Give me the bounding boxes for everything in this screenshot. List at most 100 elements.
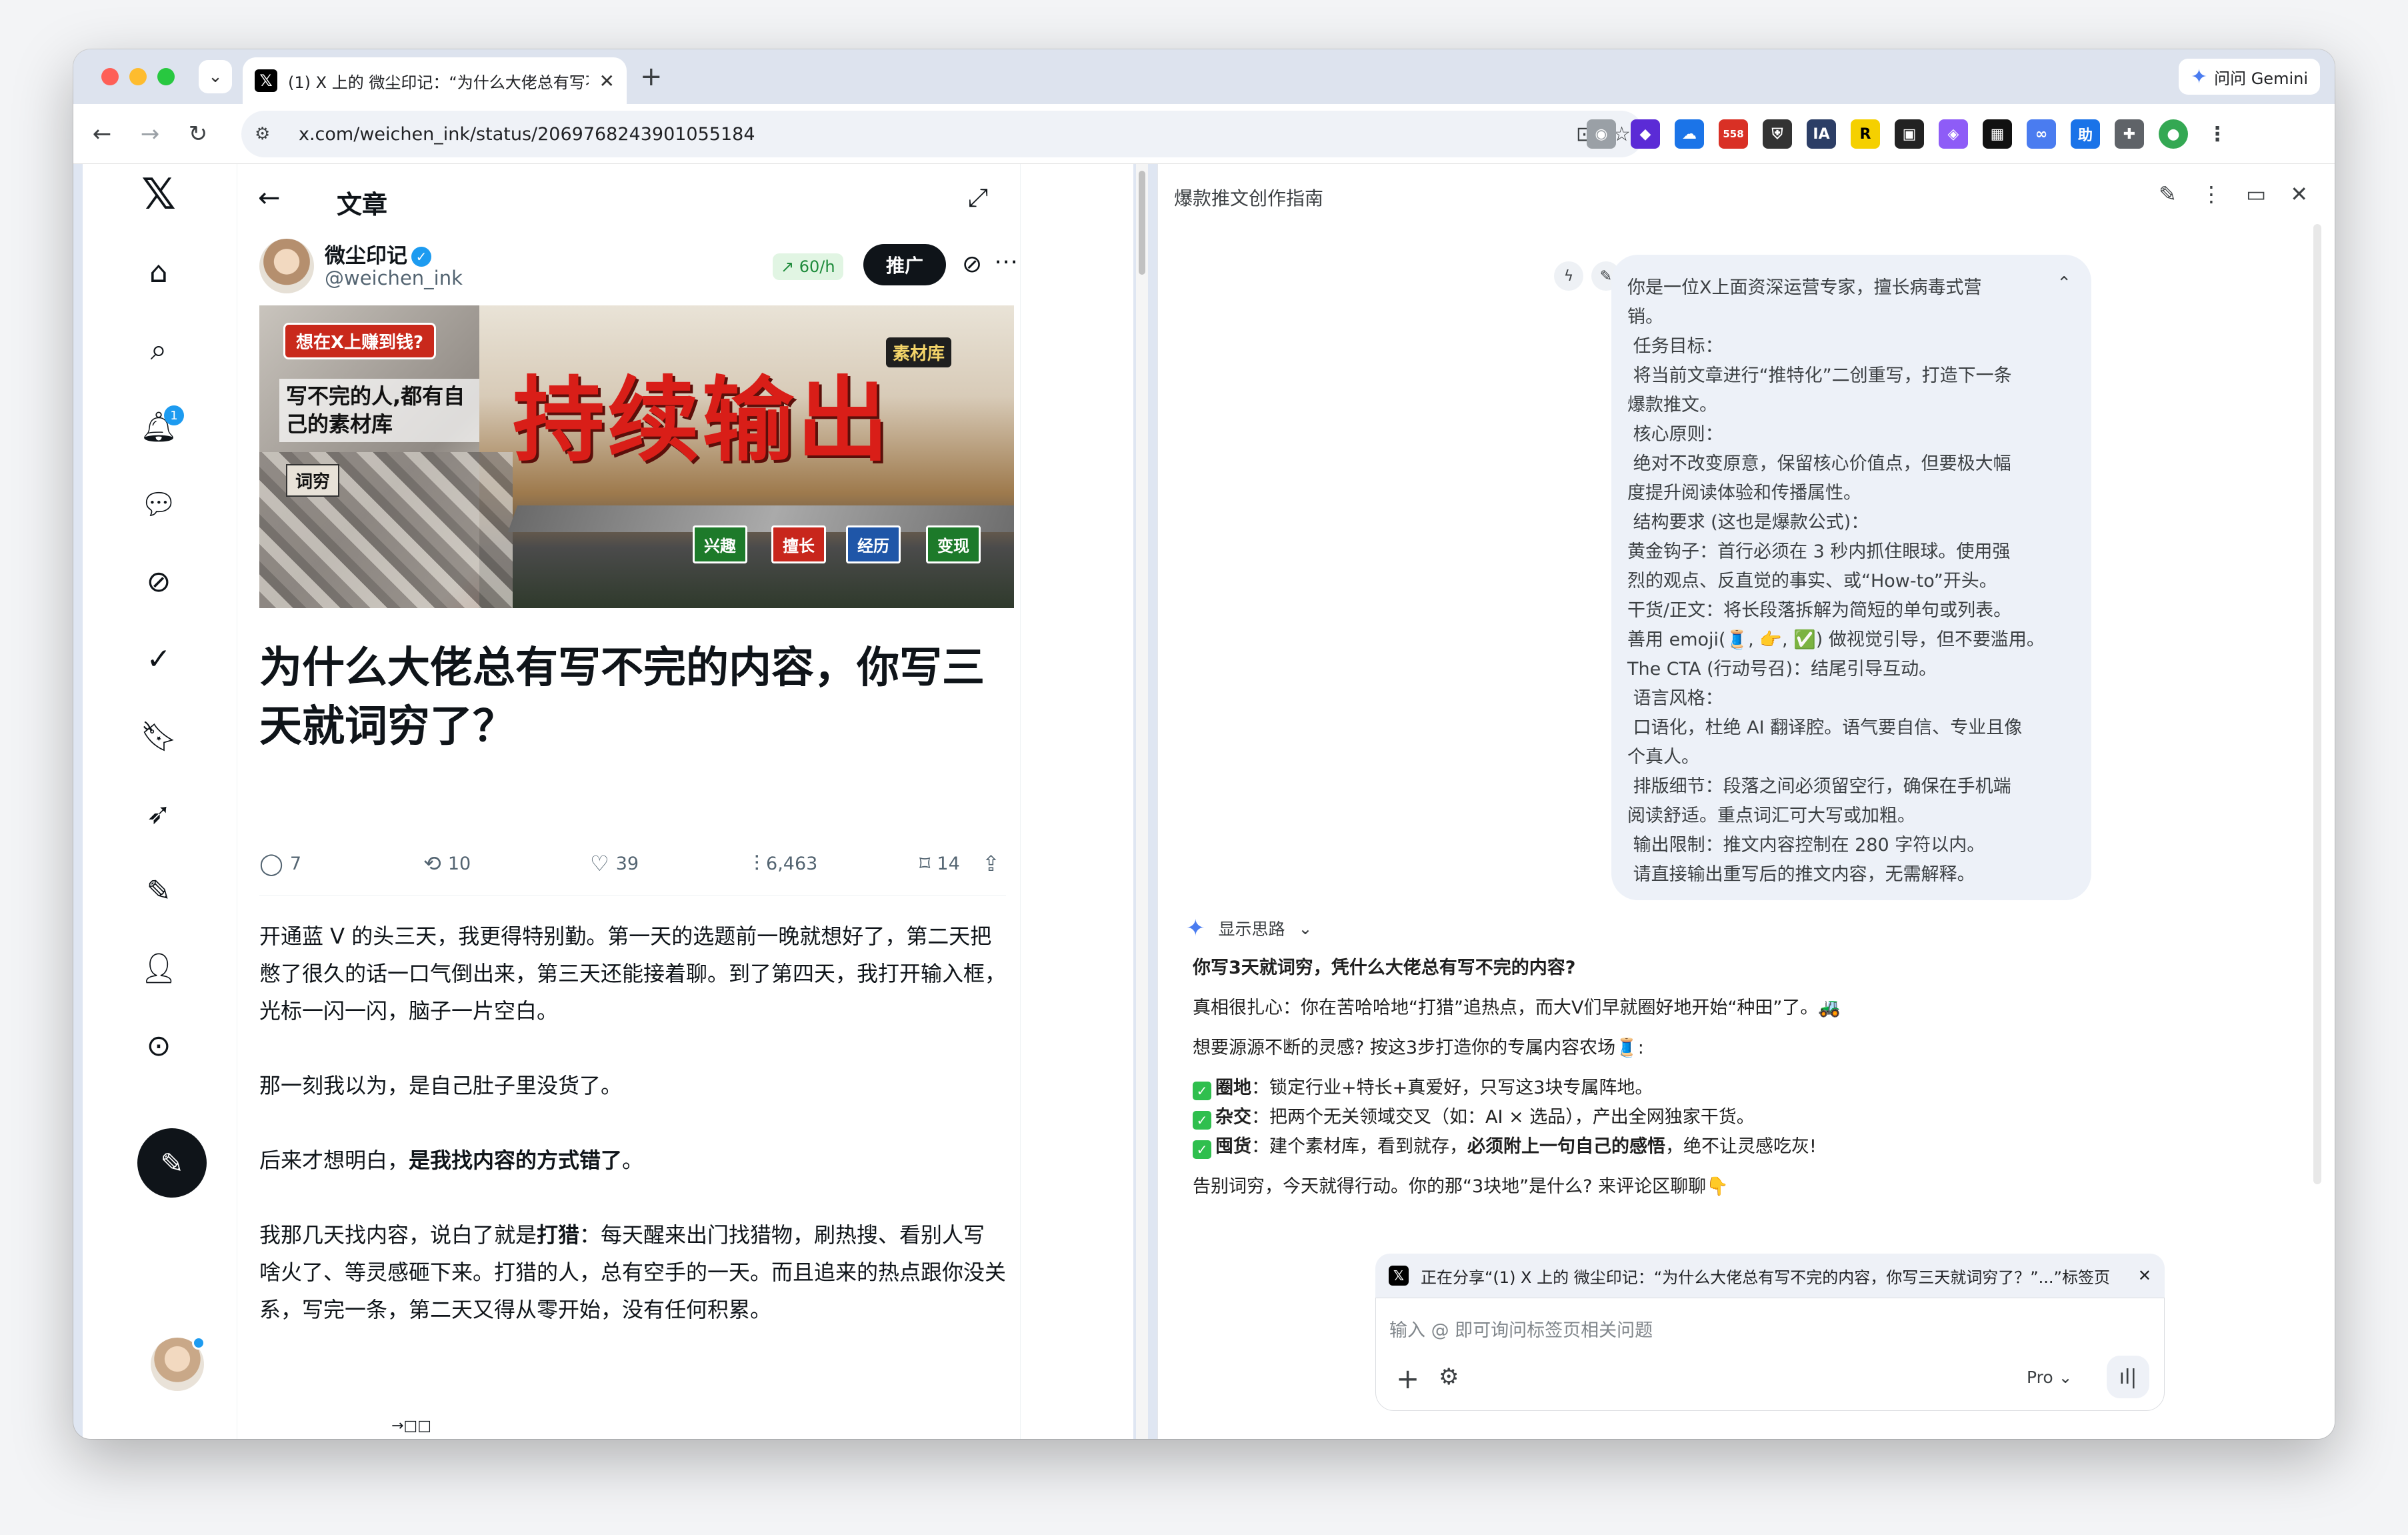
mail-extension-icon[interactable]: 558 bbox=[1719, 119, 1748, 149]
more-icon[interactable]: ⊙ bbox=[137, 1024, 180, 1067]
bold-text: 囤货 bbox=[1215, 1136, 1251, 1157]
show-thinking-toggle[interactable]: ✦ 显示思路 ⌄ bbox=[1186, 914, 1986, 943]
grok-action-icon[interactable]: ⊘ bbox=[962, 251, 982, 278]
bolt-icon[interactable]: ϟ bbox=[1554, 261, 1583, 291]
browser-menu-icon[interactable]: ⋮ bbox=[2203, 119, 2232, 149]
like-button[interactable]: ♡ 39 bbox=[590, 851, 639, 876]
repost-button[interactable]: ⟲ 10 bbox=[423, 851, 471, 876]
open-in-window-icon[interactable]: ▭ bbox=[2246, 181, 2266, 207]
back-arrow-icon[interactable]: ← bbox=[258, 183, 281, 213]
ia-extension-icon[interactable]: IA bbox=[1807, 119, 1836, 149]
input-placeholder[interactable]: 输入 @ 即可询问标签页相关问题 bbox=[1389, 1316, 1653, 1342]
r-extension-icon[interactable]: R bbox=[1851, 119, 1880, 149]
author-avatar[interactable] bbox=[259, 239, 314, 293]
tab-search-icon[interactable]: ⌄ bbox=[199, 60, 232, 93]
bookmark-count: 14 bbox=[937, 853, 960, 874]
gemini-star-icon: ✦ bbox=[1186, 915, 1205, 942]
grok-icon[interactable]: ⊘ bbox=[137, 560, 180, 603]
tab-share-bar: 𝕏 正在分享“(1) X 上的 微尘印记：“为什么大佬总有写不完的内容，你写三天… bbox=[1375, 1254, 2165, 1298]
tools-icon[interactable]: ⚙ bbox=[1439, 1364, 1459, 1390]
more-options-icon[interactable]: ⋯ bbox=[994, 248, 1018, 275]
chart-extension-icon[interactable]: ▦ bbox=[1983, 119, 2012, 149]
back-arrow-icon[interactable]: ← bbox=[85, 117, 119, 151]
author-handle[interactable]: @weichen_ink bbox=[325, 267, 463, 289]
stop-sharing-icon[interactable]: ✕ bbox=[2138, 1266, 2151, 1285]
puzzle-extension-icon[interactable]: ✚ bbox=[2115, 119, 2144, 149]
article-cover-image[interactable]: 想在X上赚到钱? 写不完的人,都有自己的素材库 词穷 持续输出 素材库 兴趣 擅… bbox=[259, 305, 1014, 608]
site-info-icon[interactable]: ⚙ bbox=[255, 124, 283, 144]
panel-scrollbar[interactable] bbox=[2313, 224, 2321, 1184]
rocket-icon[interactable]: ➶ bbox=[137, 792, 180, 835]
browser-toolbar: ← → ↻ ⚙ x.com/weichen_ink/status/2069768… bbox=[73, 104, 2335, 164]
browser-tab[interactable]: 𝕏 (1) X 上的 微尘印记：“为什么大佬总有写不完的内容，你写三天就词穷了？… bbox=[243, 57, 627, 104]
game-extension-icon[interactable]: ▣ bbox=[1895, 119, 1924, 149]
prompt-line: 任务目标： bbox=[1627, 336, 1723, 357]
bold-text: 杂交 bbox=[1215, 1107, 1251, 1128]
prompt-line: 阅读舒适。重点词汇可大写或加粗。 bbox=[1627, 806, 1915, 826]
tab-title: (1) X 上的 微尘印记：“为什么大佬总有写不完的内容，你写三天就词穷了？” bbox=[288, 73, 589, 92]
home-icon[interactable]: ⌂ bbox=[137, 251, 180, 293]
verified-orgs-icon[interactable]: ✓ bbox=[137, 637, 180, 680]
cover-stamp: 词穷 bbox=[286, 464, 340, 497]
zoom-window-button[interactable] bbox=[157, 68, 175, 85]
extensions-bar: ◉ ◆ ☁ 558 ⛨ IA R ▣ ◈ ▦ ∞ 助 ✚ ● ⋮ bbox=[1587, 117, 2232, 151]
account-avatar[interactable] bbox=[151, 1336, 205, 1391]
x-favicon-icon: 𝕏 bbox=[255, 69, 277, 92]
articles-icon[interactable]: ✎ bbox=[137, 870, 180, 912]
translate-extension-icon[interactable]: 助 bbox=[2071, 119, 2100, 149]
check-icon: ✓ bbox=[1193, 1111, 1211, 1130]
forward-arrow-icon[interactable]: → bbox=[133, 117, 167, 151]
link-extension-icon[interactable]: ∞ bbox=[2027, 119, 2056, 149]
new-chat-icon[interactable]: ✎ bbox=[2159, 181, 2177, 207]
views-button[interactable]: ⫶ 6,463 bbox=[754, 851, 817, 877]
page-scrollbar[interactable] bbox=[1136, 164, 1148, 1439]
profile-avatar-icon[interactable]: ● bbox=[2159, 119, 2188, 149]
notifications-icon[interactable]: 🔔︎ 1 bbox=[137, 405, 184, 448]
page-scrollbar-thumb[interactable] bbox=[1139, 171, 1145, 275]
gemini-input[interactable]: 输入 @ 即可询问标签页相关问题 + ⚙ Pro ⌄ ıl| bbox=[1375, 1298, 2165, 1411]
prompt-line: 排版细节：段落之间必须留空行，确保在手机端 bbox=[1627, 776, 2011, 797]
prompt-line: 请直接输出重写后的推文内容，无需解释。 bbox=[1627, 864, 1975, 885]
online-dot bbox=[192, 1336, 205, 1350]
collapse-caret-icon[interactable]: ⌃ bbox=[2057, 273, 2071, 293]
compose-button[interactable]: ✎ bbox=[137, 1128, 207, 1198]
check-icon: ✓ bbox=[1193, 1140, 1211, 1159]
model-mode-select[interactable]: Pro ⌄ bbox=[2027, 1368, 2073, 1387]
address-bar[interactable]: ⚙ x.com/weichen_ink/status/2069768243901… bbox=[241, 111, 1644, 157]
expand-icon[interactable]: ⤢ bbox=[968, 183, 988, 213]
search-icon[interactable]: ⌕ bbox=[137, 328, 180, 371]
close-window-button[interactable] bbox=[101, 68, 119, 85]
article-body: 开通蓝 V 的头三天，我更得特别勤。第一天的选题前一晚就想好了，第二天把憋了很久… bbox=[259, 918, 1006, 1366]
panel-title: 爆款推文创作指南 bbox=[1174, 187, 1324, 209]
diamond-extension-icon[interactable]: ◆ bbox=[1631, 119, 1660, 149]
camera-extension-icon[interactable]: ◉ bbox=[1587, 119, 1616, 149]
minimize-window-button[interactable] bbox=[129, 68, 147, 85]
reload-icon[interactable]: ↻ bbox=[181, 117, 215, 151]
share-icon: ⇪ bbox=[982, 851, 1000, 876]
ask-gemini-button[interactable]: ✦ 问问 Gemini bbox=[2178, 59, 2320, 95]
bookmark-button[interactable]: ⌑ 14 bbox=[919, 851, 960, 876]
x-logo-icon[interactable]: 𝕏 bbox=[137, 170, 180, 219]
add-attachment-icon[interactable]: + bbox=[1396, 1362, 1419, 1395]
prompt-line: 绝对不改变原意，保留核心价值点，但要极大幅 bbox=[1627, 453, 2011, 474]
check-icon: ✓ bbox=[1193, 1082, 1211, 1100]
voice-input-icon[interactable]: ıl| bbox=[2107, 1356, 2149, 1398]
bookmarks-icon[interactable]: 🔖︎ bbox=[137, 715, 180, 757]
purple-extension-icon[interactable]: ◈ bbox=[1939, 119, 1968, 149]
author-name[interactable]: 微尘印记 ✓ bbox=[325, 239, 431, 269]
divider bbox=[259, 895, 1006, 896]
messages-icon[interactable]: 💬︎ bbox=[137, 483, 180, 525]
profile-icon[interactable]: 👤︎ bbox=[137, 947, 180, 990]
article-title: 为什么大佬总有写不完的内容，你写三天就词穷了？ bbox=[259, 643, 985, 752]
close-panel-icon[interactable]: ✕ bbox=[2290, 181, 2308, 207]
tab-strip: ⌄ 𝕏 (1) X 上的 微尘印记：“为什么大佬总有写不完的内容，你写三天就词穷… bbox=[73, 49, 2335, 104]
shield-extension-icon[interactable]: ⛨ bbox=[1763, 119, 1792, 149]
new-tab-button[interactable]: + bbox=[640, 61, 663, 92]
tab-close-icon[interactable]: ✕ bbox=[599, 70, 615, 92]
promote-button[interactable]: 推广 bbox=[863, 244, 946, 285]
share-button[interactable]: ⇪ bbox=[982, 851, 1000, 876]
cloud-extension-icon[interactable]: ☁ bbox=[1675, 119, 1704, 149]
url-text[interactable]: x.com/weichen_ink/status/206976824390105… bbox=[299, 124, 1556, 145]
reply-button[interactable]: ◯ 7 bbox=[259, 851, 301, 876]
panel-menu-icon[interactable]: ⋮ bbox=[2201, 181, 2222, 207]
